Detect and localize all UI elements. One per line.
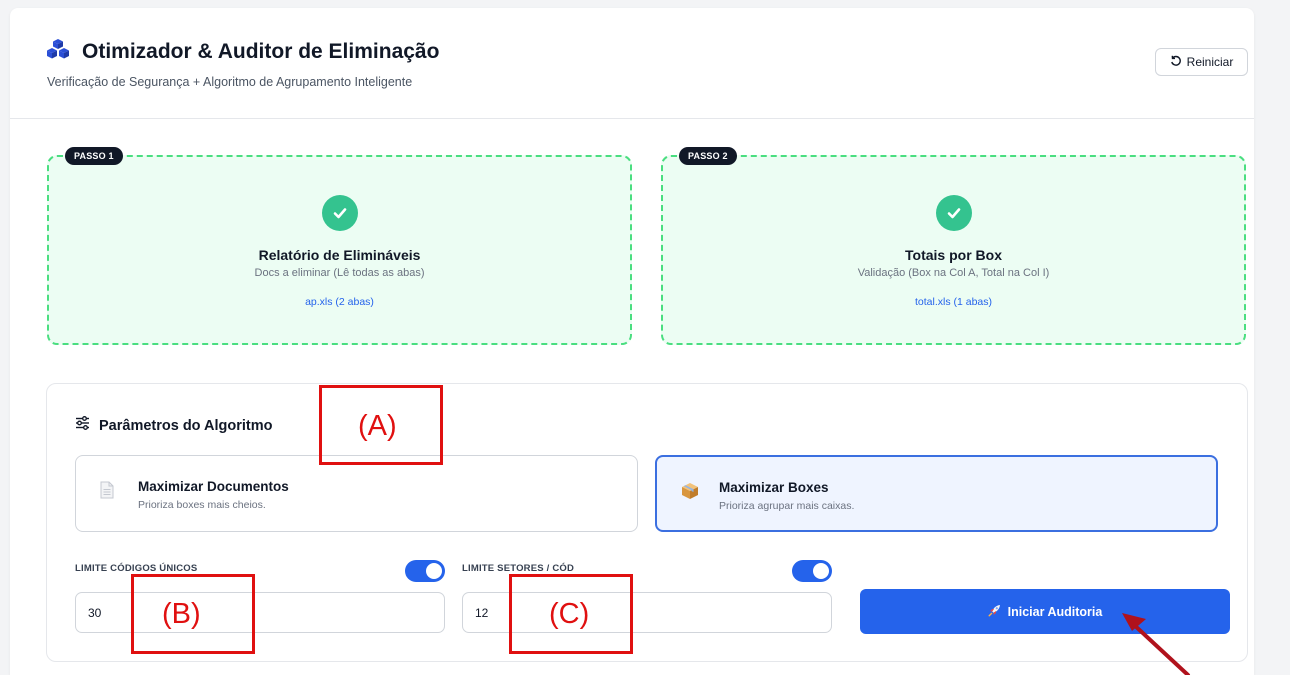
- step-description: Validação (Box na Col A, Total na Col I): [857, 267, 1050, 279]
- limit-sectors-toggle[interactable]: [792, 560, 832, 582]
- step-title: Relatório de Elimináveis: [258, 247, 421, 263]
- reset-label: Reiniciar: [1186, 55, 1234, 69]
- rocket-icon: [988, 604, 1001, 620]
- step-file-name: ap.xls (2 abas): [305, 296, 374, 308]
- limit-codes-toggle[interactable]: [405, 560, 445, 582]
- params-title: Parâmetros do Algoritmo: [99, 417, 273, 434]
- mode-maximize-documents[interactable]: Maximizar Documentos Prioriza boxes mais…: [75, 455, 638, 532]
- sliders-icon: [75, 416, 90, 435]
- cubes-icon: [46, 38, 70, 65]
- mode-description: Prioriza agrupar mais caixas.: [719, 500, 855, 512]
- params-header: Parâmetros do Algoritmo: [75, 416, 273, 435]
- limit-sectors-label: LIMITE SETORES / CÓD: [462, 563, 575, 574]
- page-subtitle: Verificação de Segurança + Algoritmo de …: [47, 75, 413, 89]
- mode-description: Prioriza boxes mais cheios.: [138, 499, 266, 511]
- page-title: Otimizador & Auditor de Eliminação: [82, 39, 440, 63]
- start-audit-label: Iniciar Auditoria: [1007, 604, 1103, 619]
- check-circle-icon: [321, 195, 358, 231]
- annotation-arrow: [1122, 613, 1190, 675]
- mode-title: Maximizar Boxes: [719, 480, 829, 495]
- mode-maximize-boxes[interactable]: Maximizar Boxes Prioriza agrupar mais ca…: [655, 455, 1218, 532]
- step-badge: PASSO 1: [65, 147, 123, 165]
- step-2-upload-zone[interactable]: PASSO 2 Totais por Box Validação (Box na…: [661, 147, 1246, 345]
- step-1-upload-zone[interactable]: PASSO 1 Relatório de Elimináveis Docs a …: [47, 147, 632, 345]
- step-title: Totais por Box: [905, 247, 1002, 263]
- check-circle-icon: [935, 195, 972, 231]
- annotation-label-b: (B): [162, 598, 201, 630]
- step-file-name: total.xls (1 abas): [914, 296, 993, 308]
- annotation-label-c: (C): [549, 598, 590, 630]
- title-row: Otimizador & Auditor de Eliminação: [46, 38, 439, 65]
- annotation-label-a: (A): [358, 410, 397, 442]
- rotate-ccw-icon: [1170, 55, 1182, 70]
- step-badge: PASSO 2: [679, 147, 737, 165]
- page-header: Otimizador & Auditor de Eliminação Verif…: [10, 8, 1254, 119]
- mode-title: Maximizar Documentos: [138, 479, 289, 494]
- limit-codes-label: LIMITE CÓDIGOS ÚNICOS: [75, 563, 198, 574]
- step-description: Docs a eliminar (Lê todas as abas): [254, 267, 425, 279]
- document-icon: [100, 481, 114, 504]
- reset-button[interactable]: Reiniciar: [1155, 48, 1248, 76]
- package-icon: [681, 482, 699, 505]
